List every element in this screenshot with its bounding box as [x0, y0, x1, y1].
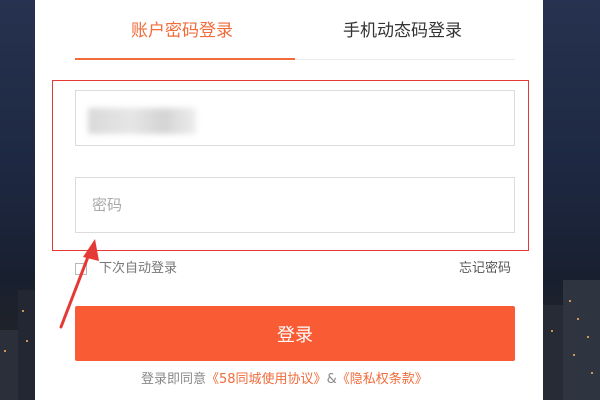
- tab-account-password-login[interactable]: 账户密码登录: [131, 18, 233, 44]
- annotation-highlight-box: [52, 80, 529, 251]
- privacy-policy-link[interactable]: 《隐私权条款》: [337, 372, 428, 387]
- agreement-separator: &: [326, 372, 337, 387]
- login-button[interactable]: 登录: [75, 306, 515, 361]
- background-left-strip: [0, 0, 35, 400]
- red-arrow-icon: [59, 239, 99, 329]
- agreement-text: 登录即同意《58同城使用协议》&《隐私权条款》: [141, 371, 428, 389]
- background-right-strip: [543, 0, 600, 400]
- remember-me-label: 下次自动登录: [99, 261, 178, 276]
- agreement-prefix: 登录即同意: [141, 372, 207, 387]
- active-tab-indicator: [75, 58, 295, 60]
- tab-phone-code-login[interactable]: 手机动态码登录: [343, 18, 462, 44]
- forgot-password-link[interactable]: 忘记密码: [459, 260, 511, 278]
- user-agreement-link[interactable]: 《58同城使用协议》: [206, 372, 327, 387]
